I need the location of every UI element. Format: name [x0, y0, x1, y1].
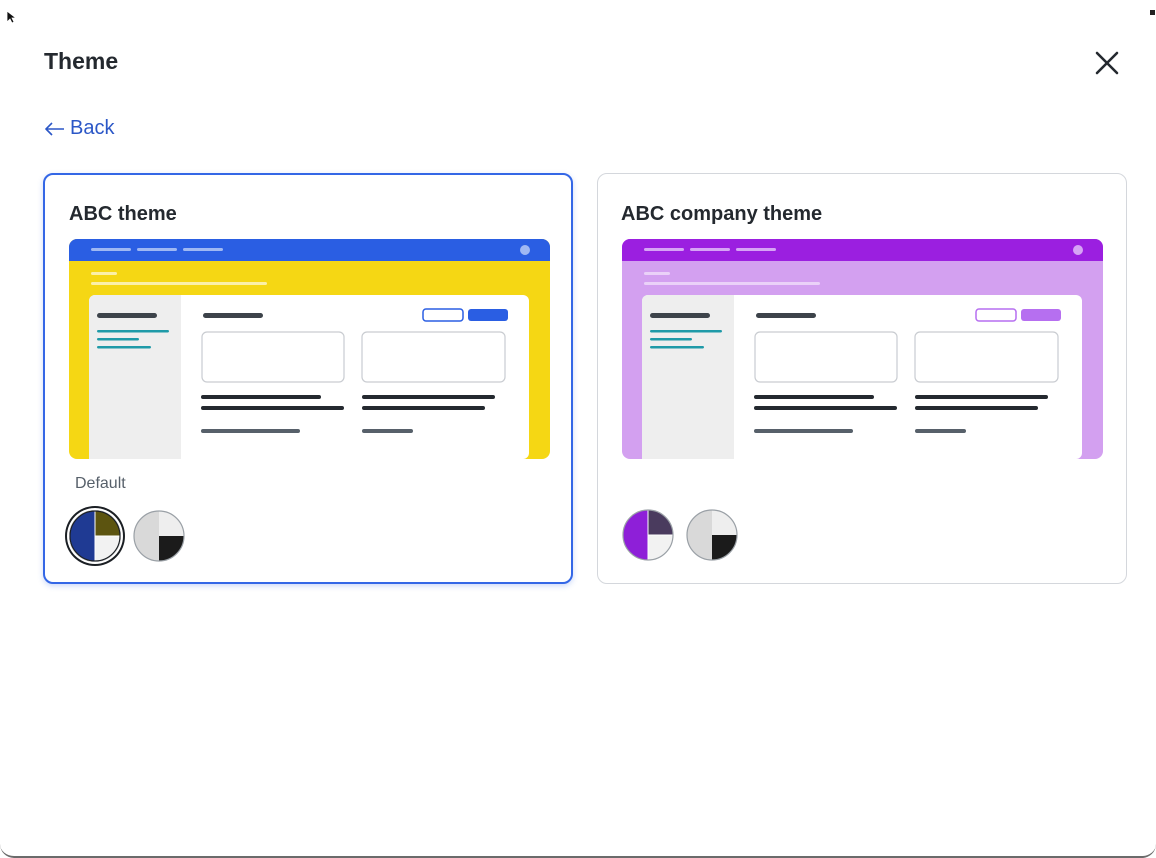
- corner-mark: [1150, 10, 1155, 15]
- back-label: Back: [70, 117, 115, 139]
- mouse-cursor-icon: [6, 10, 18, 24]
- theme-name: ABC company theme: [621, 203, 823, 225]
- theme-preview: [69, 239, 550, 459]
- theme-preview-illustration: [622, 239, 1103, 459]
- light-mode-swatch-icon: [622, 509, 674, 561]
- dark-mode-swatch-icon: [133, 510, 185, 562]
- swatch-group: [69, 510, 185, 562]
- theme-name: ABC theme: [69, 203, 177, 225]
- swatch-light-mode[interactable]: [622, 509, 674, 561]
- theme-preview: [622, 239, 1103, 459]
- theme-card-abc[interactable]: ABC theme Default: [43, 173, 573, 584]
- swatch-dark-mode[interactable]: [686, 509, 738, 561]
- close-button[interactable]: [1090, 46, 1124, 80]
- swatch-dark-mode[interactable]: [133, 510, 185, 562]
- swatch-light-mode[interactable]: [69, 510, 121, 562]
- dark-mode-swatch-icon: [686, 509, 738, 561]
- light-mode-swatch-icon: [69, 510, 121, 562]
- theme-preview-illustration: [69, 239, 550, 459]
- close-icon: [1095, 51, 1119, 75]
- dialog-title: Theme: [44, 48, 119, 74]
- default-badge: Default: [75, 475, 126, 492]
- back-link[interactable]: Back: [44, 117, 114, 140]
- swatch-group: [622, 509, 738, 561]
- theme-dialog: Theme Back ABC theme Default ABC company…: [0, 0, 1156, 858]
- arrow-left-icon: [45, 121, 64, 136]
- theme-card-abc-company[interactable]: ABC company theme: [597, 173, 1127, 584]
